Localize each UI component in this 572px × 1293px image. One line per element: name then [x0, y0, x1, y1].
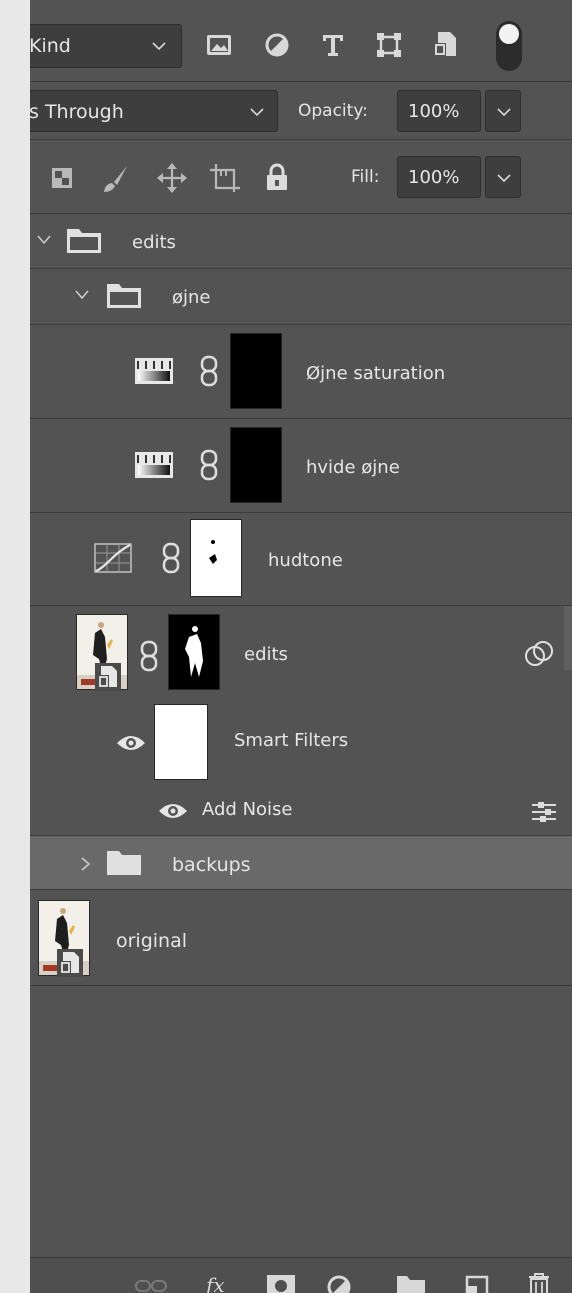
smart-object-badge-icon: [57, 949, 83, 977]
layer-name: øjne: [172, 287, 211, 308]
panel-footer: fx: [30, 1257, 572, 1293]
link-icon[interactable]: [200, 355, 218, 387]
blend-mode-dropdown[interactable]: s Through: [30, 90, 278, 132]
layer-name: Øjne saturation: [306, 363, 446, 384]
eye-icon[interactable]: [116, 734, 146, 752]
blend-bar: s Through Opacity: 100%: [30, 82, 572, 140]
layers-panel: Kind s Through Opacity: 100% Fill: 100% …: [30, 0, 572, 1293]
filter-bar: Kind: [30, 0, 572, 82]
blend-mode-value: s Through: [30, 101, 124, 123]
image-filter-icon[interactable]: [206, 32, 232, 58]
mask-shape: [209, 540, 217, 564]
folder-icon: [107, 851, 141, 875]
layer-name: Smart Filters: [234, 730, 349, 751]
link-icon[interactable]: [140, 640, 158, 672]
curves-adjustment-icon: [94, 543, 132, 573]
link-layers-icon[interactable]: [134, 1278, 168, 1293]
layer-row[interactable]: Øjne saturation: [30, 325, 572, 419]
layer-name: hvide øjne: [306, 457, 400, 478]
layer-mask-thumbnail[interactable]: [230, 333, 282, 409]
new-group-icon[interactable]: [396, 1274, 426, 1293]
layer-row[interactable]: original: [30, 890, 572, 986]
smart-object-thumbnail[interactable]: [38, 900, 90, 977]
layer-mask-thumbnail[interactable]: [168, 614, 220, 690]
layer-row[interactable]: øjne: [30, 269, 572, 325]
lock-artboard-icon[interactable]: [208, 162, 242, 194]
svg-text:fx: fx: [204, 1274, 225, 1293]
adjustment-filter-icon[interactable]: [264, 32, 290, 58]
chevron-down-icon[interactable]: [36, 234, 52, 246]
chevron-down-icon: [497, 108, 511, 117]
smart-filters-indicator-icon[interactable]: [524, 641, 554, 667]
kind-filter-label: Kind: [30, 35, 71, 57]
chevron-down-icon: [497, 174, 511, 183]
smart-object-layer: edits Smart Filters Add Noise: [30, 606, 572, 836]
delete-icon[interactable]: [526, 1272, 552, 1293]
layer-row[interactable]: backups: [30, 836, 572, 890]
layer-name: Add Noise: [202, 799, 293, 820]
smart-object-thumbnail[interactable]: [76, 614, 128, 691]
fx-icon[interactable]: fx: [204, 1274, 238, 1293]
opacity-dropdown-button[interactable]: [485, 90, 521, 132]
layer-mask-thumbnail[interactable]: [230, 427, 282, 503]
smart-object-filter-icon[interactable]: [432, 30, 458, 58]
shape-filter-icon[interactable]: [376, 32, 402, 58]
layer-name: hudtone: [268, 550, 343, 571]
folder-icon: [67, 229, 101, 253]
eye-icon[interactable]: [158, 802, 188, 820]
kind-filter-dropdown[interactable]: Kind: [30, 24, 182, 68]
chevron-down-icon[interactable]: [74, 289, 90, 301]
chevron-down-icon: [152, 42, 166, 51]
opacity-input[interactable]: 100%: [397, 90, 481, 132]
opacity-label: Opacity:: [298, 101, 368, 121]
new-adjustment-icon[interactable]: [326, 1274, 352, 1293]
chevron-right-icon[interactable]: [80, 856, 92, 872]
mask-shape: [185, 626, 203, 677]
folder-icon: [107, 284, 141, 308]
smart-object-badge-icon: [95, 663, 121, 691]
layer-name: backups: [172, 854, 251, 876]
filter-blending-options-icon[interactable]: [530, 802, 558, 822]
layer-row[interactable]: edits: [30, 606, 572, 700]
filter-row[interactable]: Add Noise: [30, 782, 572, 836]
lock-image-pixels-icon[interactable]: [102, 164, 130, 194]
opacity-value: 100%: [408, 101, 460, 122]
lock-transparent-pixels-icon[interactable]: [50, 166, 74, 190]
fill-value: 100%: [408, 167, 460, 188]
smart-filters-row[interactable]: Smart Filters: [30, 700, 572, 782]
new-layer-icon[interactable]: [464, 1274, 490, 1293]
layer-row[interactable]: hvide øjne: [30, 419, 572, 513]
smart-filter-mask-thumbnail[interactable]: [154, 704, 208, 780]
gradient-map-icon: [135, 452, 173, 478]
lock-position-icon[interactable]: [156, 162, 188, 194]
link-icon[interactable]: [162, 542, 180, 574]
add-mask-icon[interactable]: [266, 1274, 296, 1293]
layer-name: edits: [132, 232, 176, 253]
layer-row[interactable]: edits: [30, 214, 572, 269]
link-icon[interactable]: [200, 449, 218, 481]
fill-label: Fill:: [351, 167, 380, 187]
type-filter-icon[interactable]: [320, 32, 346, 58]
gradient-map-icon: [135, 358, 173, 384]
layer-name: edits: [244, 644, 288, 665]
chevron-down-icon: [250, 108, 264, 117]
layer-name: original: [116, 930, 188, 952]
fill-input[interactable]: 100%: [397, 156, 481, 198]
layer-mask-thumbnail[interactable]: [190, 519, 242, 597]
fill-dropdown-button[interactable]: [485, 156, 521, 198]
layer-row[interactable]: hudtone: [30, 513, 572, 606]
lock-all-icon[interactable]: [264, 162, 290, 192]
lock-bar: Fill: 100%: [30, 140, 572, 214]
filter-toggle-icon[interactable]: [495, 20, 523, 72]
panel-scrollbar[interactable]: [564, 606, 572, 670]
